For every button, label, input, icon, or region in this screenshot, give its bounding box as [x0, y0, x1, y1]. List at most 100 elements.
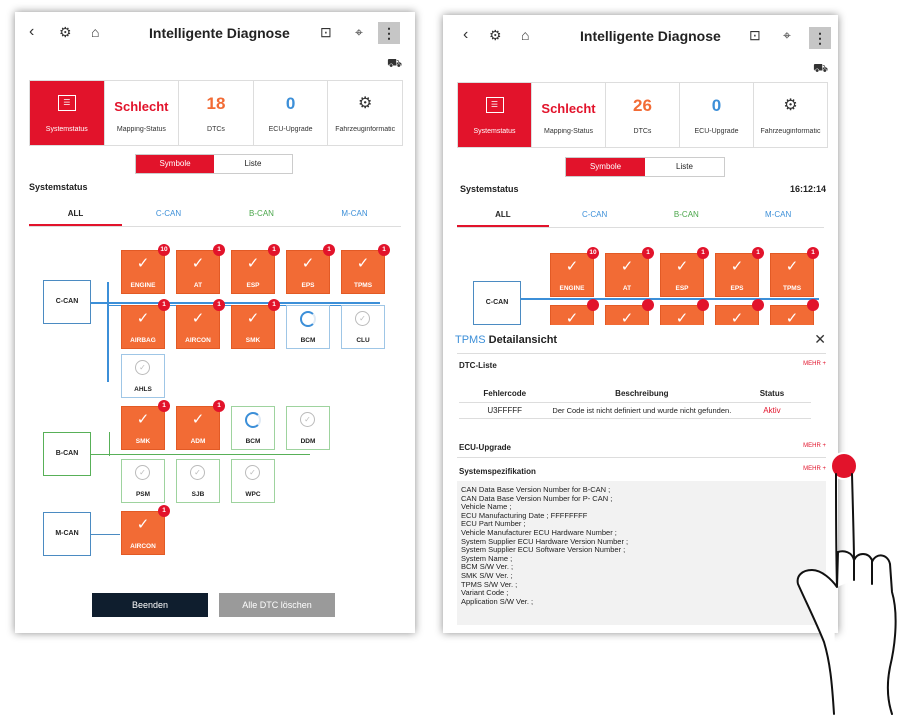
tile-vehicle-info[interactable]: ⚙ Fahrzeuginformatic [754, 83, 827, 147]
vci-icon[interactable]: ⊡ [749, 27, 761, 44]
ok-icon: ✓ [355, 311, 370, 326]
close-icon[interactable]: ✕ [814, 331, 826, 348]
ecu-tile-eps[interactable]: ✓ EPS 1 [286, 244, 335, 294]
diagnosis-icon[interactable]: ⚙ [489, 27, 502, 44]
ecu-tile-ddm[interactable]: ✓ DDM [286, 406, 330, 450]
tile-ecu-upgrade[interactable]: 0 ECU-Upgrade [680, 83, 754, 147]
ecu-tile-bcm[interactable]: BCM [286, 305, 330, 349]
ecu-tile-psm[interactable]: ✓ PSM [121, 459, 165, 503]
tile-dtcs[interactable]: 18 DTCs [179, 81, 254, 145]
check-icon: ✓ [191, 255, 205, 272]
detail-title-ecu: TPMS [455, 334, 486, 346]
capture-icon[interactable]: ⌖ [355, 24, 363, 41]
ecu-tile-at[interactable]: ✓ AT 1 [176, 244, 225, 294]
bus-c-can[interactable]: C-CAN [43, 280, 91, 324]
divider [457, 457, 826, 458]
ecu-name: BCM [300, 337, 316, 344]
ecu-name: ADM [190, 438, 206, 445]
tile-system-status[interactable]: ☰ Systemstatus [30, 81, 105, 145]
more-menu-icon[interactable]: ⋮ [809, 27, 831, 49]
ecu-tile-airbag[interactable]: ✓ AIRBAG 1 [121, 299, 170, 349]
car-icon[interactable]: ⛟ [813, 61, 828, 77]
tile-mapping-status[interactable]: Schlecht Mapping-Status [532, 83, 606, 147]
ecu-tile-eps[interactable]: ✓ EPS 1 [715, 247, 764, 297]
clear-all-dtc-button[interactable]: Alle DTC löschen [219, 593, 335, 617]
ecu-tile-esp[interactable]: ✓ ESP 1 [231, 244, 280, 294]
ecu-name: AIRBAG [130, 337, 156, 344]
bus-tabs: ALL C-CAN B-CAN M-CAN [29, 204, 401, 227]
tile-mapping-status[interactable]: Schlecht Mapping-Status [105, 81, 180, 145]
dtc-more-link[interactable]: MEHR + [803, 361, 826, 367]
end-button[interactable]: Beenden [92, 593, 208, 617]
diagnosis-icon[interactable]: ⚙ [59, 24, 72, 41]
tab-b-can[interactable]: B-CAN [641, 205, 733, 227]
ecu-upgrade-title: ECU-Upgrade [459, 443, 512, 452]
view-toggle: Symbole Liste [135, 154, 293, 174]
dtc-count-badge: 1 [323, 244, 335, 256]
dtc-count-badge: 1 [158, 299, 170, 311]
bus-c-can[interactable]: C-CAN [473, 281, 521, 325]
ecu-name: WPC [245, 491, 261, 498]
symbols-tab[interactable]: Symbole [566, 158, 645, 176]
summary-tiles: ☰ Systemstatus Schlecht Mapping-Status 2… [457, 82, 828, 148]
ecu-upgrade-more-link[interactable]: MEHR + [803, 443, 826, 449]
ecu-tile-aircon[interactable]: ✓ AIRCON 1 [121, 505, 170, 555]
symbols-tab[interactable]: Symbole [136, 155, 214, 173]
dtc-count-badge [587, 299, 599, 311]
ecu-tile-aircon[interactable]: ✓ AIRCON 1 [176, 299, 225, 349]
tab-all[interactable]: ALL [457, 205, 549, 227]
ecu-tile-clu[interactable]: ✓ CLU [341, 305, 385, 349]
list-tab[interactable]: Liste [645, 158, 724, 176]
tile-ecu-upgrade[interactable]: 0 ECU-Upgrade [254, 81, 329, 145]
back-icon[interactable]: ‹ [29, 23, 34, 41]
more-menu-icon[interactable]: ⋮ [378, 22, 400, 44]
tab-m-can[interactable]: M-CAN [732, 205, 824, 227]
table-row[interactable]: U3FFFFF Der Code ist nicht definiert und… [459, 402, 811, 419]
check-icon: ✓ [620, 258, 634, 275]
tab-c-can[interactable]: C-CAN [549, 205, 641, 227]
ecu-name: AT [193, 282, 203, 289]
ecu-tile-ahls[interactable]: ✓ AHLS [121, 354, 165, 398]
bus-m-can[interactable]: M-CAN [43, 512, 91, 556]
ecu-tile-esp[interactable]: ✓ ESP 1 [660, 247, 709, 297]
bus-b-can[interactable]: B-CAN [43, 432, 91, 476]
title-bar: ‹ ⚙ ⌂ Intelligente Diagnose ⊡ ⌖ ⋮ [15, 12, 415, 52]
ecu-tile-tpms[interactable]: ✓ TPMS 1 [770, 247, 819, 297]
ecu-tile-smk[interactable]: ✓ SMK 1 [121, 400, 170, 450]
list-tab[interactable]: Liste [214, 155, 292, 173]
vehicle-connect-icon[interactable]: ⌂ [91, 24, 99, 40]
vehicle-connect-icon[interactable]: ⌂ [521, 27, 529, 43]
ok-icon: ✓ [135, 360, 150, 375]
ecu-tile-tpms[interactable]: ✓ TPMS 1 [341, 244, 390, 294]
right-screen: ‹ ⚙ ⌂ Intelligente Diagnose ⊡ ⌖ ⋮ ⛟ ☰ Sy… [443, 15, 838, 633]
ecu-tile-at[interactable]: ✓ AT 1 [605, 247, 654, 297]
tab-m-can[interactable]: M-CAN [308, 204, 401, 226]
ecu-tile-engine[interactable]: ✓ ENGINE 10 [550, 247, 599, 297]
spec-line: Application S/W Ver. ; [461, 596, 534, 606]
list-icon: ☰ [485, 97, 504, 113]
dtc-count-badge: 1 [213, 299, 225, 311]
tab-b-can[interactable]: B-CAN [215, 204, 308, 226]
c-can-line [519, 298, 819, 300]
tab-all[interactable]: ALL [29, 204, 122, 226]
ecu-tile-sjb[interactable]: ✓ SJB [176, 459, 220, 503]
back-icon[interactable]: ‹ [463, 26, 468, 44]
capture-icon[interactable]: ⌖ [783, 27, 791, 44]
ecu-tile-engine[interactable]: ✓ ENGINE 10 [121, 244, 170, 294]
tile-dtcs[interactable]: 26 DTCs [606, 83, 680, 147]
section-title: Systemstatus [29, 182, 88, 192]
vci-icon[interactable]: ⊡ [320, 24, 332, 41]
ecu-name: ESP [246, 282, 260, 289]
car-icon[interactable]: ⛟ [387, 56, 402, 72]
ecu-tile-adm[interactable]: ✓ ADM 1 [176, 400, 225, 450]
ecu-tile-wpc[interactable]: ✓ WPC [231, 459, 275, 503]
dtc-count-badge: 1 [697, 247, 709, 259]
tile-system-status[interactable]: ☰ Systemstatus [458, 83, 532, 147]
ecu-name: AT [622, 285, 632, 292]
check-icon: ✓ [730, 258, 744, 275]
ecu-tile-bcm[interactable]: BCM [231, 406, 275, 450]
tile-vehicle-info[interactable]: ⚙ Fahrzeuginformatic [328, 81, 402, 145]
tab-c-can[interactable]: C-CAN [122, 204, 215, 226]
ecu-tile-smk[interactable]: ✓ SMK 1 [231, 299, 280, 349]
dtc-count-badge: 1 [268, 244, 280, 256]
